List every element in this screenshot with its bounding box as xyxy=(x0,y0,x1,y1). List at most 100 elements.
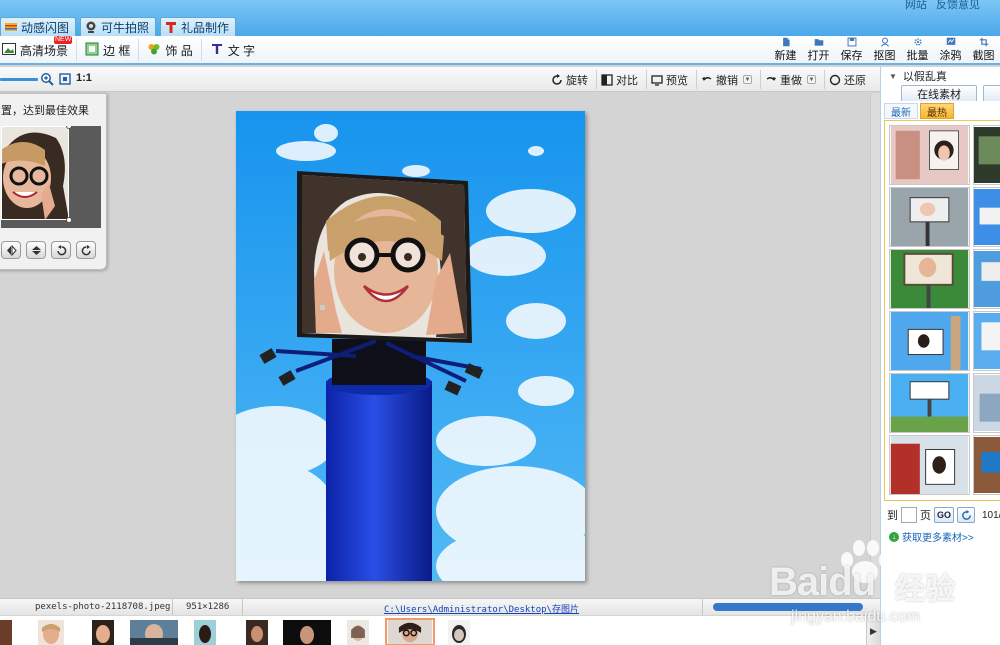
filmstrip-scroll-right[interactable]: ▶ xyxy=(866,616,880,645)
tab-label: 礼品制作 xyxy=(181,20,230,35)
redo-button[interactable]: 重做 ▼ xyxy=(761,70,825,89)
chevron-down-icon[interactable]: ▼ xyxy=(743,75,752,84)
top-links: 网站 反馈意见 xyxy=(899,0,980,12)
progress-bar xyxy=(713,603,863,611)
material-thumbnail[interactable] xyxy=(973,435,1000,495)
rotate-button[interactable]: 旋转 xyxy=(547,70,597,89)
flip-horizontal-button[interactable] xyxy=(1,241,21,259)
film-thumbnail[interactable] xyxy=(130,620,178,645)
sort-tabs: 最新 最热 xyxy=(884,103,954,119)
tool-hd-scene[interactable]: 高清场景 NEW xyxy=(0,36,78,61)
material-thumbnail[interactable] xyxy=(889,187,970,247)
action-label: 对比 xyxy=(616,74,638,87)
webcam-icon xyxy=(85,21,97,33)
crop-preview[interactable] xyxy=(1,126,101,228)
new-badge: NEW xyxy=(54,36,73,44)
material-thumbnail[interactable] xyxy=(889,125,970,185)
film-thumbnail[interactable] xyxy=(448,620,470,645)
tab-camera[interactable]: 可牛拍照 xyxy=(80,17,157,36)
tool-label: 边 框 xyxy=(103,43,131,58)
compare-button[interactable]: 对比 xyxy=(597,70,647,89)
folder-open-icon xyxy=(814,39,823,46)
tab-gift[interactable]: 礼品制作 xyxy=(160,17,237,36)
material-thumbnail[interactable] xyxy=(973,187,1000,247)
restore-button[interactable]: 还原 xyxy=(825,70,874,89)
canvas-scrollbar[interactable] xyxy=(870,93,880,598)
film-thumbnail-selected[interactable] xyxy=(385,618,435,645)
link-website[interactable]: 网站 xyxy=(905,0,927,11)
clover-icon xyxy=(147,42,161,59)
crop-hint: 置，达到最佳效果 xyxy=(1,105,89,117)
divider xyxy=(702,599,703,615)
tab-hottest[interactable]: 最热 xyxy=(920,103,954,119)
panel-tabs: 在线素材 xyxy=(881,85,1000,101)
restore-icon xyxy=(829,74,841,85)
zoom-slider[interactable] xyxy=(0,78,38,81)
film-thumbnail[interactable] xyxy=(283,620,331,645)
chevron-right-icon: ▶ xyxy=(870,625,877,636)
material-thumbnail[interactable] xyxy=(973,125,1000,185)
open-button[interactable]: 打开 xyxy=(802,37,835,63)
action-label: 抠图 xyxy=(873,50,896,62)
text-icon xyxy=(210,42,224,59)
gift-icon xyxy=(165,21,177,33)
refresh-button[interactable] xyxy=(957,507,975,523)
preview-button[interactable]: 预览 xyxy=(647,70,697,89)
material-thumbnail[interactable] xyxy=(973,249,1000,309)
action-label: 重做 xyxy=(780,74,802,87)
download-icon: ↓ xyxy=(889,531,899,542)
flip-vertical-icon xyxy=(31,245,41,255)
tool-accessory[interactable]: 饰 品 xyxy=(145,39,202,61)
material-thumbnail[interactable] xyxy=(973,311,1000,371)
film-thumbnail[interactable] xyxy=(0,620,12,645)
page-input[interactable] xyxy=(901,507,917,523)
page-label: 页 xyxy=(920,510,931,522)
undo-button[interactable]: 撤销 ▼ xyxy=(697,70,761,89)
main-photo[interactable] xyxy=(236,111,585,581)
doodle-button[interactable]: 涂鸦 xyxy=(934,37,967,63)
go-button[interactable]: GO xyxy=(934,507,954,523)
tab-local-material[interactable] xyxy=(983,85,1000,101)
doodle-icon xyxy=(946,37,955,45)
actual-size-button[interactable]: 1:1 xyxy=(76,72,92,84)
material-thumbnail[interactable] xyxy=(889,373,970,433)
panel-header[interactable]: ▼ 以假乱真 xyxy=(881,67,1000,85)
crop-selection[interactable] xyxy=(1,126,69,220)
batch-button[interactable]: 批量 xyxy=(901,37,934,63)
material-thumbnail[interactable] xyxy=(889,435,970,495)
frame-icon xyxy=(85,42,99,59)
tool-label: 饰 品 xyxy=(165,43,193,58)
more-link-text: 获取更多素材>> xyxy=(902,533,974,544)
chevron-down-icon[interactable]: ▼ xyxy=(807,75,816,84)
material-panel: ▼ 以假乱真 在线素材 最新 最热 到 页 GO 101 ↓ 获取更多素材>> xyxy=(880,67,1000,645)
cutout-button[interactable]: 抠图 xyxy=(868,37,901,63)
film-thumbnail[interactable] xyxy=(246,620,268,645)
tab-newest[interactable]: 最新 xyxy=(884,103,918,119)
more-materials-link[interactable]: ↓ 获取更多素材>> xyxy=(889,529,974,544)
tool-text[interactable]: 文 字 xyxy=(208,39,263,61)
material-thumbnail[interactable] xyxy=(973,373,1000,433)
material-thumbnail[interactable] xyxy=(889,311,970,371)
new-button[interactable]: 新建 xyxy=(769,37,802,63)
link-feedback[interactable]: 反馈意见 xyxy=(936,0,980,11)
tab-online-material[interactable]: 在线素材 xyxy=(901,85,978,101)
fit-screen-icon[interactable] xyxy=(59,73,71,85)
flip-vertical-button[interactable] xyxy=(26,241,46,259)
tab-animated-gif[interactable]: 动感闪图 xyxy=(0,17,77,36)
film-thumbnail[interactable] xyxy=(194,620,216,645)
rotate-right-button[interactable] xyxy=(76,241,96,259)
film-thumbnail[interactable] xyxy=(38,620,64,645)
film-thumbnail[interactable] xyxy=(92,620,114,645)
material-thumbnail[interactable] xyxy=(889,249,970,309)
flip-horizontal-icon xyxy=(6,244,17,256)
save-path-link[interactable]: C:\Users\Administrator\Desktop\存图片 xyxy=(384,602,579,615)
rotate-left-button[interactable] xyxy=(51,241,71,259)
film-thumbnail[interactable] xyxy=(347,620,369,645)
tool-frame[interactable]: 边 框 xyxy=(83,39,140,61)
zoom-in-icon[interactable] xyxy=(40,72,54,86)
filmstrip: ▶ xyxy=(0,615,880,645)
save-button[interactable]: 保存 xyxy=(835,37,868,63)
screenshot-button[interactable]: 截图 xyxy=(967,37,1000,63)
resize-handle[interactable] xyxy=(66,217,72,223)
divider xyxy=(242,599,243,615)
